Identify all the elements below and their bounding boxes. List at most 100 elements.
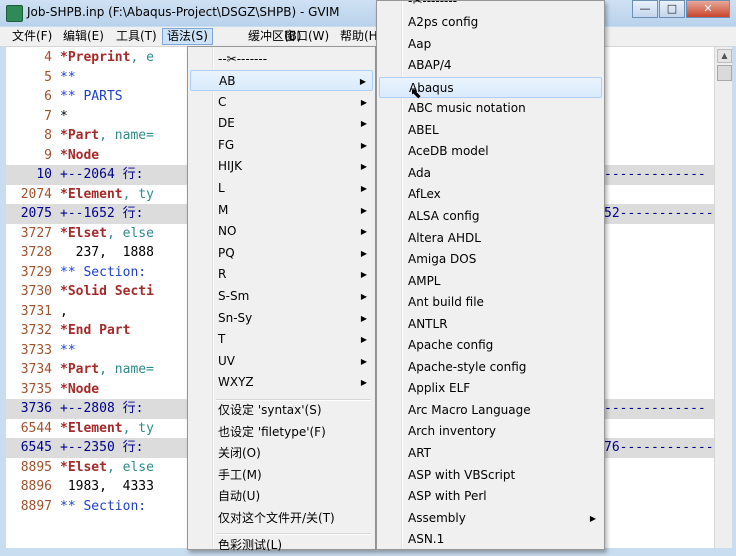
syntax-item-ant-build-file[interactable]: Ant build file — [379, 292, 602, 313]
syntax-item-apache-config[interactable]: Apache config — [379, 335, 602, 356]
syntax-menu-item-c[interactable]: C ▶ — [190, 92, 373, 113]
syntax-item-apache-style-config[interactable]: Apache-style config — [379, 357, 602, 378]
syntax-menu-item-uv[interactable]: UV ▶ — [190, 351, 373, 372]
submenu-arrow-icon: ▶ — [360, 356, 367, 366]
syntax-menu-item-pq[interactable]: PQ ▶ — [190, 243, 373, 264]
menu-item-label: R — [218, 267, 227, 282]
menu-item-label: Arc Macro Language — [408, 402, 531, 417]
menu-item-label: ABAP/4 — [408, 58, 452, 73]
minimize-button[interactable]: — — [632, 0, 658, 18]
line-code: *Elset, else — [60, 226, 154, 241]
fold-tail: 76------------ — [604, 440, 714, 455]
submenu-arrow-icon: ▶ — [360, 162, 367, 172]
submenu-arrow-icon: ▶ — [360, 313, 367, 323]
line-number: 9 — [44, 147, 52, 163]
close-button[interactable]: ✕ — [686, 0, 730, 18]
syntax-menu-item-s-sm[interactable]: S-Sm ▶ — [190, 286, 373, 307]
gvim-app-icon[interactable] — [6, 5, 23, 22]
menu-tools[interactable]: 工具(T) — [112, 28, 161, 45]
menu-item-label: M — [218, 202, 229, 217]
syntax-color-test-item[interactable]: 色彩测试(L) — [190, 535, 373, 556]
menu-item-label: 关闭(O) — [218, 446, 261, 461]
code-token: , else — [106, 225, 154, 241]
syntax-item-asp-with-perl[interactable]: ASP with Perl — [379, 486, 602, 507]
syntax-item-asn-1[interactable]: ASN.1 — [379, 529, 602, 550]
syntax-action-3[interactable]: 手工(M) — [190, 465, 373, 486]
scroll-up-arrow-icon[interactable]: ▲ — [717, 49, 732, 63]
line-code: *Part, name= — [60, 362, 154, 377]
syntax-menu-item-m[interactable]: M ▶ — [190, 200, 373, 221]
vertical-scrollbar[interactable]: ▲ — [714, 47, 732, 548]
syntax-item-alsa-config[interactable]: ALSA config — [379, 206, 602, 227]
syntax-menu-item-no[interactable]: NO ▶ — [190, 221, 373, 242]
menu-item-label: DE — [218, 116, 235, 131]
syntax-menu-item-de[interactable]: DE ▶ — [190, 113, 373, 134]
line-number: 3736 — [20, 401, 52, 416]
line-code: , — [60, 304, 68, 319]
code-token: *Element — [60, 186, 123, 202]
syntax-item-amiga-dos[interactable]: Amiga DOS — [379, 249, 602, 270]
syntax-menu-item-t[interactable]: T ▶ — [190, 329, 373, 350]
syntax-menu-item-fg[interactable]: FG ▶ — [190, 135, 373, 156]
line-number: 8895 — [20, 459, 52, 475]
syntax-item-acedb-model[interactable]: AceDB model — [379, 141, 602, 162]
syntax-item-art[interactable]: ART — [379, 443, 602, 464]
menu-window[interactable]: 窗口(W) — [280, 28, 333, 45]
syntax-action-5[interactable]: 仅对这个文件开/关(T) — [190, 508, 373, 529]
maximize-button[interactable]: □ — [659, 0, 685, 18]
syntax-menu-item-sn-sy[interactable]: Sn-Sy ▶ — [190, 308, 373, 329]
syntax-item-altera-ahdl[interactable]: Altera AHDL — [379, 228, 602, 249]
syntax-item-arc-macro-language[interactable]: Arc Macro Language — [379, 400, 602, 421]
syntax-item-applix-elf[interactable]: Applix ELF — [379, 378, 602, 399]
syntax-menu-tearoff[interactable]: --✂------- — [190, 49, 373, 70]
menu-item-label: ABC music notation — [408, 101, 526, 116]
submenu-arrow-icon: ▶ — [360, 248, 367, 258]
line-number: 3735 — [20, 381, 52, 397]
syntax-action-0[interactable]: 仅设定 'syntax'(S) — [190, 400, 373, 421]
syntax-item-arch-inventory[interactable]: Arch inventory — [379, 421, 602, 442]
syntax-item-assembly[interactable]: Assembly ▶ — [379, 508, 602, 529]
menu-file[interactable]: 文件(F) — [8, 28, 56, 45]
syntax-menu-item-r[interactable]: R ▶ — [190, 264, 373, 285]
menu-item-label: ASN.1 — [408, 532, 445, 547]
menu-help[interactable]: 帮助(H — [336, 28, 382, 45]
line-number: 6545 — [20, 440, 52, 455]
submenu-arrow-icon: ▶ — [360, 292, 367, 301]
code-token: , — [60, 303, 68, 319]
menu-item-label: ASP with VBScript — [408, 467, 516, 482]
menu-item-label: FG — [218, 137, 235, 152]
syntax-item-ampl[interactable]: AMPL — [379, 271, 602, 292]
menu-item-label: T — [218, 332, 226, 347]
menu-edit[interactable]: 编辑(E) — [59, 28, 108, 45]
scrollbar-thumb[interactable] — [717, 65, 732, 81]
syntax-item-ada[interactable]: Ada — [379, 163, 602, 184]
menu-syntax[interactable]: 语法(S) — [162, 28, 213, 45]
syntax-item-abap-4[interactable]: ABAP/4 — [379, 55, 602, 76]
syntax-action-2[interactable]: 关闭(O) — [190, 443, 373, 464]
syntax-menu-item-hijk[interactable]: HIJK ▶ — [190, 156, 373, 177]
syntax-menu-item-wxyz[interactable]: WXYZ ▶ — [190, 372, 373, 393]
syntax-item-asp-with-vbscript[interactable]: ASP with VBScript — [379, 465, 602, 486]
line-number: 8896 — [20, 479, 52, 494]
syntax-menu-item-ab[interactable]: AB ▶ — [190, 70, 373, 91]
line-number: 3728 — [20, 245, 52, 260]
ab-submenu-tearoff[interactable]: -✂-------- — [379, 0, 602, 12]
line-code: ** — [60, 343, 76, 358]
menu-item-label: C — [218, 94, 227, 109]
syntax-item-a2ps-config[interactable]: A2ps config — [379, 12, 602, 33]
syntax-item-antlr[interactable]: ANTLR — [379, 314, 602, 335]
syntax-item-abel[interactable]: ABEL — [379, 120, 602, 141]
ab-submenu: -✂-------- A2ps config Aap ABAP/4 Abaqus ABC… — [376, 0, 605, 550]
syntax-item-aflex[interactable]: AfLex — [379, 184, 602, 205]
line-code: *Preprint, e — [60, 50, 154, 65]
code-token: ** — [60, 342, 76, 358]
menu-item-label: UV — [218, 353, 235, 368]
line-code: 237, 1888 — [60, 245, 154, 260]
syntax-menu-item-l[interactable]: L ▶ — [190, 178, 373, 199]
syntax-item-aap[interactable]: Aap — [379, 34, 602, 55]
menu-item-label: Apache-style config — [408, 359, 527, 374]
line-number: 6544 — [20, 420, 52, 436]
syntax-action-4[interactable]: 自动(U) — [190, 486, 373, 507]
syntax-action-1[interactable]: 也设定 'filetype'(F) — [190, 422, 373, 443]
line-code: ** — [60, 70, 76, 85]
